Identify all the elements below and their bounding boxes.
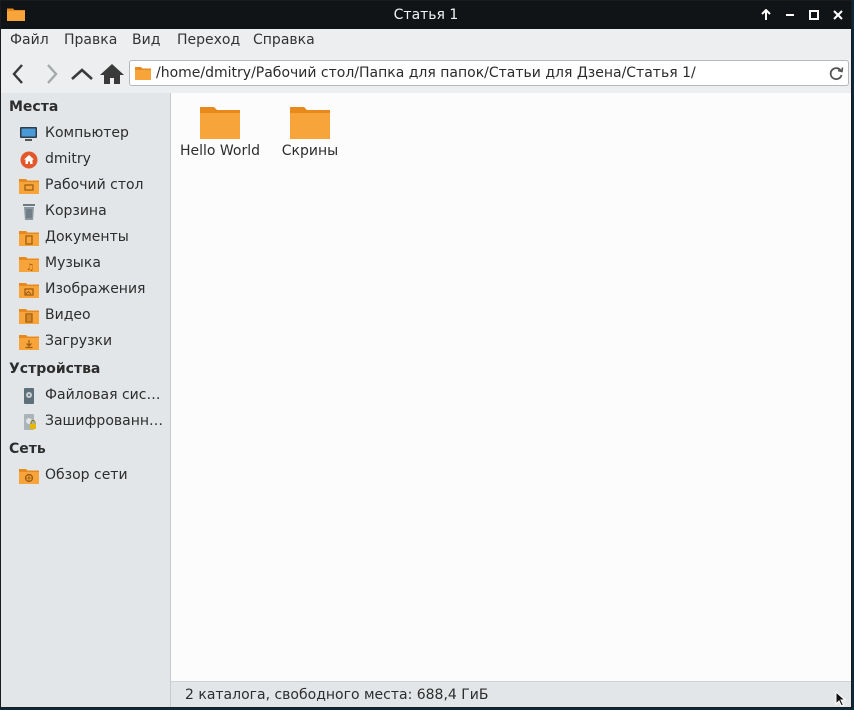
home-icon [100,64,124,84]
minimize-icon [786,14,794,16]
menu-help[interactable]: Справка [253,32,315,48]
menu-go[interactable]: Переход [177,32,240,48]
sidebar-item-desktop[interactable]: Рабочий стол [1,173,170,199]
sidebar-section-places: Места [9,99,59,115]
chevron-right-icon [47,64,58,84]
keep-above-button[interactable] [757,6,775,24]
documents-folder-icon [19,229,39,247]
folder-item[interactable]: Скрины [265,103,355,173]
arrow-up-icon [761,9,771,20]
file-manager-window: Статья 1 Файл Правка Вид Переход Справка [0,0,852,708]
sidebar-item-videos[interactable]: Видео [1,303,170,329]
chevron-left-icon [12,64,23,84]
encrypted-drive-icon [19,413,39,431]
menu-file[interactable]: Файл [10,32,49,48]
folder-icon [200,107,240,139]
title-bar[interactable]: Статья 1 [1,1,851,29]
sidebar-item-pictures[interactable]: Изображения [1,277,170,303]
toolbar: /home/dmitry/Рабочий стол/Папка для папо… [1,53,851,93]
downloads-folder-icon [19,333,39,351]
window-title: Статья 1 [393,7,459,23]
menu-bar: Файл Правка Вид Переход Справка [1,29,851,53]
svg-text:♫: ♫ [26,263,34,273]
folder-name: Hello World [179,143,261,159]
sidebar-item-home[interactable]: dmitry [1,147,170,173]
mouse-cursor-icon [835,691,847,707]
reload-button[interactable] [828,65,844,85]
folder-name: Скрины [281,143,339,159]
computer-icon [19,125,39,143]
file-view[interactable]: Hello World Скрины [171,93,851,681]
minimize-button[interactable] [781,6,799,24]
sidebar-item-encrypted-volume[interactable]: Зашифрованный том [1,409,170,435]
network-folder-icon [19,467,39,485]
home-icon [19,151,39,169]
sidebar-item-browse-network[interactable]: Обзор сети [1,463,170,489]
sidebar-section-devices: Устройства [9,361,101,377]
reload-icon [829,67,844,81]
menu-view[interactable]: Вид [132,32,160,48]
sidebar-item-filesystem[interactable]: Файловая система [1,383,170,409]
drive-icon [19,387,39,405]
sidebar-section-network: Сеть [9,441,46,457]
sidebar-item-trash[interactable]: Корзина [1,199,170,225]
video-folder-icon [19,307,39,325]
maximize-icon [809,10,819,20]
close-button[interactable] [829,6,847,24]
trash-icon [19,203,39,221]
up-button[interactable] [69,61,95,87]
close-icon [833,10,843,20]
sidebar: Места Компьютер dmitry Рабочий стол Корз… [1,93,171,707]
maximize-button[interactable] [805,6,823,24]
location-path[interactable]: /home/dmitry/Рабочий стол/Папка для папо… [156,65,696,81]
music-folder-icon: ♫ [19,255,39,273]
folder-icon [135,65,151,85]
sidebar-item-documents[interactable]: Документы [1,225,170,251]
folder-item[interactable]: Hello World [175,103,265,173]
pictures-folder-icon [19,281,39,299]
sidebar-item-downloads[interactable]: Загрузки [1,329,170,355]
home-button[interactable] [99,61,125,87]
status-text: 2 каталога, свободного места: 688,4 ГиБ [185,687,489,703]
status-bar: 2 каталога, свободного места: 688,4 ГиБ [171,681,851,707]
desktop-folder-icon [19,177,39,195]
folder-icon [290,107,330,139]
sidebar-item-music[interactable]: ♫ Музыка [1,251,170,277]
location-bar[interactable]: /home/dmitry/Рабочий стол/Папка для папо… [129,60,849,86]
sidebar-item-computer[interactable]: Компьютер [1,121,170,147]
forward-button[interactable] [39,61,65,87]
menu-edit[interactable]: Правка [64,32,117,48]
back-button[interactable] [5,61,31,87]
chevron-up-icon [71,68,93,80]
